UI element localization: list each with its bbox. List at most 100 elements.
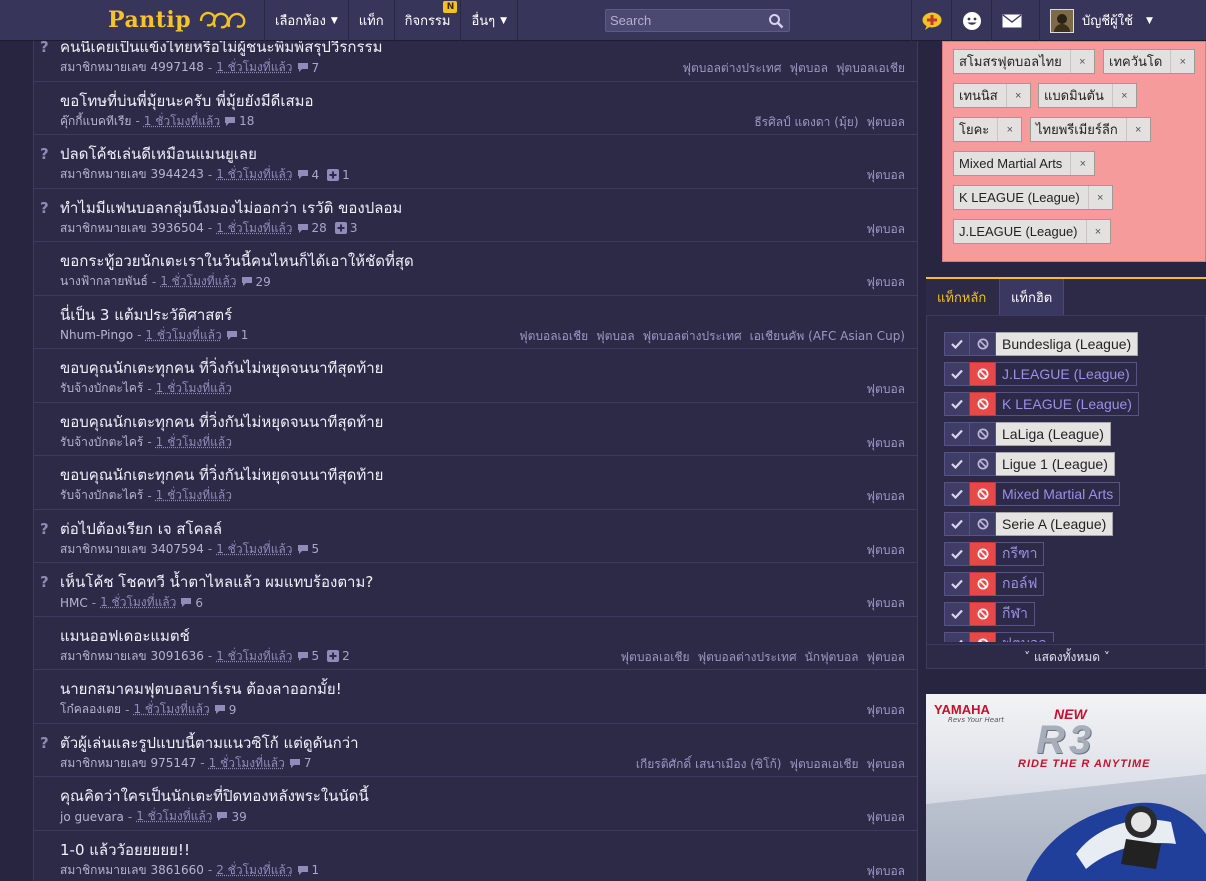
create-post-button[interactable] [911, 0, 951, 41]
block-tag-button[interactable] [970, 482, 996, 506]
pantip-logo[interactable]: Pantip [108, 4, 251, 36]
topic-title[interactable]: คนนี้เคยเป็นแข้งไทยหรือไม่ผู้ชนะพิมพ์สรุ… [60, 41, 383, 59]
favorite-tag-label[interactable]: โยคะ [954, 119, 997, 140]
remove-tag-icon[interactable]: × [1005, 84, 1030, 107]
nav-select-room[interactable]: เลือกห้อง ▼ [264, 0, 348, 41]
block-tag-button[interactable] [970, 362, 996, 386]
tag-label[interactable]: J.LEAGUE (League) [996, 362, 1137, 386]
remove-tag-icon[interactable]: × [1087, 186, 1112, 209]
favorite-tag-label[interactable]: J.LEAGUE (League) [954, 224, 1086, 239]
tag-label[interactable]: ฟุตบอล [996, 632, 1054, 642]
topic-title[interactable]: ต่อไปต้องเรียก เจ สโคลล์ [60, 517, 222, 541]
remove-tag-icon[interactable]: × [1111, 84, 1136, 107]
topic-row[interactable]: ? คนนี้เคยเป็นแข้งไทยหรือไม่ผู้ชนะพิมพ์สร… [34, 41, 917, 82]
topic-title[interactable]: คุณคิดว่าใครเป็นนักเตะที่ปิดทองหลังพระใน… [60, 784, 369, 808]
topic-author[interactable]: นางฟ้ากลายพันธ์ [60, 272, 148, 291]
tag-label[interactable]: กอล์ฟ [996, 572, 1045, 596]
topic-title[interactable]: ขอบคุณนักเตะทุกคน ที่วิ่งกันไม่หยุดจนนาท… [60, 410, 383, 434]
topic-title[interactable]: นี่เป็น 3 แต้มประวัติศาสตร์ [60, 303, 232, 327]
remove-tag-icon[interactable]: × [1170, 50, 1194, 73]
favorite-tag[interactable]: Mixed Martial Arts × [953, 151, 1096, 176]
topic-tag[interactable]: ฟุตบอล [867, 808, 905, 827]
follow-check-button[interactable] [944, 482, 970, 506]
block-tag-button[interactable] [970, 392, 996, 416]
topic-tag[interactable]: ฟุตบอล [867, 220, 905, 239]
topic-title[interactable]: นายกสมาคมฟุตบอลบาร์เรน ต้องลาออกมั้ย! [60, 677, 342, 701]
topic-tag[interactable]: ฟุตบอล [867, 594, 905, 613]
topic-title[interactable]: ขอโทษที่บ่นพี่มุ้ยนะครับ พี่มุ้ยยังมีดีเ… [60, 89, 314, 113]
topic-tag[interactable]: ฟุตบอลต่างประเทศ [643, 327, 742, 346]
topic-time[interactable]: 1 ชั่วโมงที่แล้ว [136, 807, 212, 826]
topic-time[interactable]: 1 ชั่วโมงที่แล้ว [160, 272, 236, 291]
favorite-tag[interactable]: แบดมินตัน × [1038, 83, 1137, 108]
tag-label[interactable]: Serie A (League) [996, 512, 1114, 536]
topic-time[interactable]: 1 ชั่วโมงที่แล้ว [216, 219, 292, 238]
tag-label[interactable]: Bundesliga (League) [996, 332, 1139, 356]
favorite-tag[interactable]: J.LEAGUE (League) × [953, 219, 1111, 244]
topic-row[interactable]: แมนออฟเดอะแมตช์ สมาชิกหมายเลข 3091636 - … [34, 617, 917, 670]
follow-check-button[interactable] [944, 512, 970, 536]
topic-tag[interactable]: ฟุตบอลเอเชีย [789, 755, 858, 774]
topic-row[interactable]: ? ตัวผู้เล่นและรูปแบบนี้ตามแนวซิโก้ แต่ดู… [34, 724, 917, 777]
topic-time[interactable]: 1 ชั่วโมงที่แล้ว [144, 112, 220, 131]
topic-author[interactable]: โก๋คลองเตย [60, 700, 121, 719]
user-menu[interactable]: บัญชีผู้ใช้ ▼ [1039, 0, 1153, 41]
topic-tag[interactable]: ฟุตบอล [867, 648, 905, 667]
topic-time[interactable]: 1 ชั่วโมงที่แล้ว [216, 647, 292, 666]
topic-author[interactable]: รับจ้างบักตะไคร้ [60, 486, 143, 505]
search-input[interactable] [606, 10, 756, 31]
favorite-tag-label[interactable]: เทนนิส [954, 85, 1006, 106]
tag-label[interactable]: K LEAGUE (League) [996, 392, 1139, 416]
favorite-tag-label[interactable]: Mixed Martial Arts [954, 156, 1070, 171]
remove-tag-icon[interactable]: × [997, 118, 1021, 141]
topic-author[interactable]: HMC [60, 596, 88, 610]
topic-tag[interactable]: ธีรศิลป์ แดงดา (มุ้ย) [754, 113, 858, 132]
nav-tags[interactable]: แท็ก [347, 0, 394, 41]
topic-author[interactable]: รับจ้างบักตะไคร้ [60, 433, 143, 452]
topic-author[interactable]: สมาชิกหมายเลข 3407594 [60, 540, 204, 559]
topic-row[interactable]: ขอบคุณนักเตะทุกคน ที่วิ่งกันไม่หยุดจนนาท… [34, 456, 917, 510]
topic-row[interactable]: ? ปลดโค้ชเล่นดีเหมือนแมนยูเลย สมาชิกหมายเ… [34, 135, 917, 189]
topic-time[interactable]: 1 ชั่วโมงที่แล้ว [100, 593, 176, 612]
nav-more[interactable]: อื่นๆ ▼ [460, 0, 519, 41]
tag-label[interactable]: กรีฑา [996, 542, 1045, 566]
topic-row[interactable]: ขอโทษที่บ่นพี่มุ้ยนะครับ พี่มุ้ยยังมีดีเ… [34, 82, 917, 135]
tab-main-tags[interactable]: แท็กหลัก [926, 279, 997, 315]
tag-list[interactable]: Bundesliga (League) J.LEAGUE (League) K … [944, 332, 1206, 642]
topic-tag[interactable]: ฟุตบอล [867, 166, 905, 185]
topic-title[interactable]: 1-0 แล้ววัอยยยยย!! [60, 838, 190, 862]
topic-author[interactable]: รับจ้างบักตะไคร้ [60, 379, 143, 398]
topic-tag[interactable]: ฟุตบอล [867, 701, 905, 720]
topic-row[interactable]: ขอกระทู้อวยนักเตะเราในวันนี้คนไหนก็ได้เอ… [34, 242, 917, 296]
block-tag-button[interactable] [970, 572, 996, 596]
favorite-tag-label[interactable]: สโมสรฟุตบอลไทย [954, 51, 1070, 72]
tab-hot-tags[interactable]: แท็กฮิต [999, 279, 1065, 315]
topic-tag[interactable]: ฟุตบอลเอเชีย [836, 59, 905, 78]
topic-tag[interactable]: เกียรติศักดิ์ เสนาเมือง (ซิโก้) [636, 755, 782, 774]
topic-row[interactable]: 1-0 แล้ววัอยยยยย!! สมาชิกหมายเลข 3861660… [34, 831, 917, 881]
emoticon-button[interactable] [951, 0, 991, 41]
tag-label[interactable]: Mixed Martial Arts [996, 482, 1121, 506]
topic-tag[interactable]: ฟุตบอล [867, 862, 905, 881]
topic-tag[interactable]: ฟุตบอล [867, 434, 905, 453]
topic-time[interactable]: 1 ชั่วโมงที่แล้ว [209, 754, 285, 773]
topic-tag[interactable]: ฟุตบอล [789, 59, 827, 78]
topic-tag[interactable]: ฟุตบอล [596, 327, 634, 346]
favorite-tag[interactable]: สโมสรฟุตบอลไทย × [953, 49, 1095, 74]
topic-author[interactable]: สมาชิกหมายเลข 3936504 [60, 219, 204, 238]
block-tag-button[interactable] [970, 452, 996, 476]
follow-check-button[interactable] [944, 572, 970, 596]
topic-row[interactable]: ? เห็นโค้ช โชคทวี น้ำตาไหลแล้ว ผมแทบร้องต… [34, 563, 917, 617]
topic-author[interactable]: คุ๊กกี้แบคทีเรีย [60, 112, 131, 131]
nav-activities[interactable]: กิจกรรม N [393, 0, 461, 41]
follow-check-button[interactable] [944, 542, 970, 566]
follow-check-button[interactable] [944, 422, 970, 446]
block-tag-button[interactable] [970, 512, 996, 536]
follow-check-button[interactable] [944, 602, 970, 626]
topic-author[interactable]: สมาชิกหมายเลข 4997148 [60, 58, 204, 77]
advertisement-banner[interactable]: YAMAHA Revs Your Heart NEW R3 RIDE THE R… [926, 694, 1206, 881]
topic-title[interactable]: เห็นโค้ช โชคทวี น้ำตาไหลแล้ว ผมแทบร้องตา… [60, 570, 373, 594]
topic-time[interactable]: 1 ชั่วโมงที่แล้ว [216, 165, 292, 184]
topic-row[interactable]: นายกสมาคมฟุตบอลบาร์เรน ต้องลาออกมั้ย! โก… [34, 670, 917, 724]
topic-tag[interactable]: ฟุตบอล [867, 755, 905, 774]
